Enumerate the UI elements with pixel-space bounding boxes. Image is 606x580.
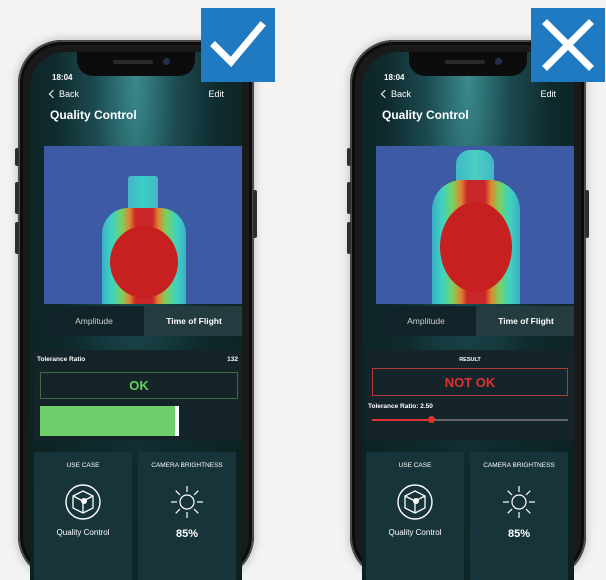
- use-case-title: USE CASE: [398, 462, 432, 469]
- use-case-title: USE CASE: [66, 462, 100, 469]
- use-case-label: Quality Control: [388, 528, 442, 537]
- tolerance-panel: Tolerance Ratio 132 OK: [34, 350, 242, 440]
- back-label: Back: [391, 89, 412, 99]
- camera-brightness-card[interactable]: CAMERA BRIGHTNESS 85%: [138, 452, 236, 580]
- progress-marker: [175, 406, 179, 436]
- checkmark-badge: [201, 8, 275, 82]
- volume-up-button: [347, 182, 351, 214]
- bottle-fill-region: [440, 202, 512, 292]
- phone-screen: 18:04 Back Edit Quality Control Amplitud…: [362, 52, 574, 580]
- chevron-left-icon: [48, 89, 58, 99]
- use-case-label: Quality Control: [56, 528, 110, 537]
- phone-not-ok: 18:04 Back Edit Quality Control Amplitud…: [347, 40, 589, 580]
- brightness-title: CAMERA BRIGHTNESS: [151, 462, 223, 469]
- edit-button[interactable]: Edit: [540, 89, 556, 99]
- tolerance-slider-thumb[interactable]: [427, 416, 435, 423]
- silent-switch: [347, 148, 351, 166]
- tof-image: [44, 146, 242, 304]
- brightness-value: 85%: [175, 528, 199, 540]
- power-button: [585, 190, 589, 238]
- sun-brightness-icon: [499, 482, 539, 522]
- front-camera: [163, 58, 170, 65]
- status-time: 18:04: [52, 73, 73, 82]
- tolerance-value: 132: [227, 356, 238, 363]
- phone-notch: [77, 52, 195, 76]
- checkmark-icon: [210, 21, 266, 68]
- quality-box-icon: [395, 482, 435, 522]
- tolerance-label: Tolerance Ratio: [37, 356, 86, 363]
- back-button[interactable]: Back: [48, 89, 80, 99]
- silent-switch: [15, 148, 19, 166]
- view-tabs: Amplitude Time of Flight: [44, 306, 242, 336]
- use-case-card[interactable]: USE CASE Quality Control: [34, 452, 132, 580]
- tab-time-of-flight[interactable]: Time of Flight: [144, 306, 242, 336]
- back-label: Back: [59, 89, 80, 99]
- tolerance-progress-bar: [40, 406, 238, 436]
- x-icon: [542, 19, 594, 71]
- speaker-grille: [113, 60, 153, 64]
- result-not-ok-box: NOT OK: [372, 368, 568, 396]
- quality-box-icon: [63, 482, 103, 522]
- tab-amplitude[interactable]: Amplitude: [44, 306, 144, 336]
- front-camera: [495, 58, 502, 65]
- volume-down-button: [347, 222, 351, 254]
- progress-fill: [40, 406, 179, 436]
- edit-button[interactable]: Edit: [208, 89, 224, 99]
- sun-brightness-icon: [167, 482, 207, 522]
- phone-screen: 18:04 Back Edit Quality Control Amplitud…: [30, 52, 242, 580]
- page-title: Quality Control: [50, 108, 137, 122]
- chevron-left-icon: [380, 89, 390, 99]
- camera-brightness-card[interactable]: CAMERA BRIGHTNESS 85%: [470, 452, 568, 580]
- brightness-title: CAMERA BRIGHTNESS: [483, 462, 555, 469]
- view-tabs: Amplitude Time of Flight: [376, 306, 574, 336]
- speaker-grille: [445, 60, 485, 64]
- phone-ok: 18:04 Back Edit Quality Control Amplitud…: [15, 40, 257, 580]
- brightness-value: 85%: [507, 528, 531, 540]
- result-label: RESULT: [459, 357, 481, 363]
- result-ok-box: OK: [40, 372, 238, 399]
- use-case-card[interactable]: USE CASE Quality Control: [366, 452, 464, 580]
- x-badge: [531, 8, 605, 82]
- tof-image: [376, 146, 574, 304]
- phone-notch: [409, 52, 527, 76]
- power-button: [253, 190, 257, 238]
- back-button[interactable]: Back: [380, 89, 412, 99]
- result-panel: RESULT NOT OK Tolerance Ratio: 2.50: [366, 350, 574, 440]
- tolerance-ratio-label: Tolerance Ratio: 2.50: [368, 403, 433, 410]
- tab-amplitude[interactable]: Amplitude: [376, 306, 476, 336]
- status-time: 18:04: [384, 73, 405, 82]
- bottle-fill-region: [110, 226, 178, 298]
- volume-down-button: [15, 222, 19, 254]
- tolerance-slider-fill: [372, 419, 431, 421]
- page-title: Quality Control: [382, 108, 469, 122]
- volume-up-button: [15, 182, 19, 214]
- tab-time-of-flight[interactable]: Time of Flight: [476, 306, 574, 336]
